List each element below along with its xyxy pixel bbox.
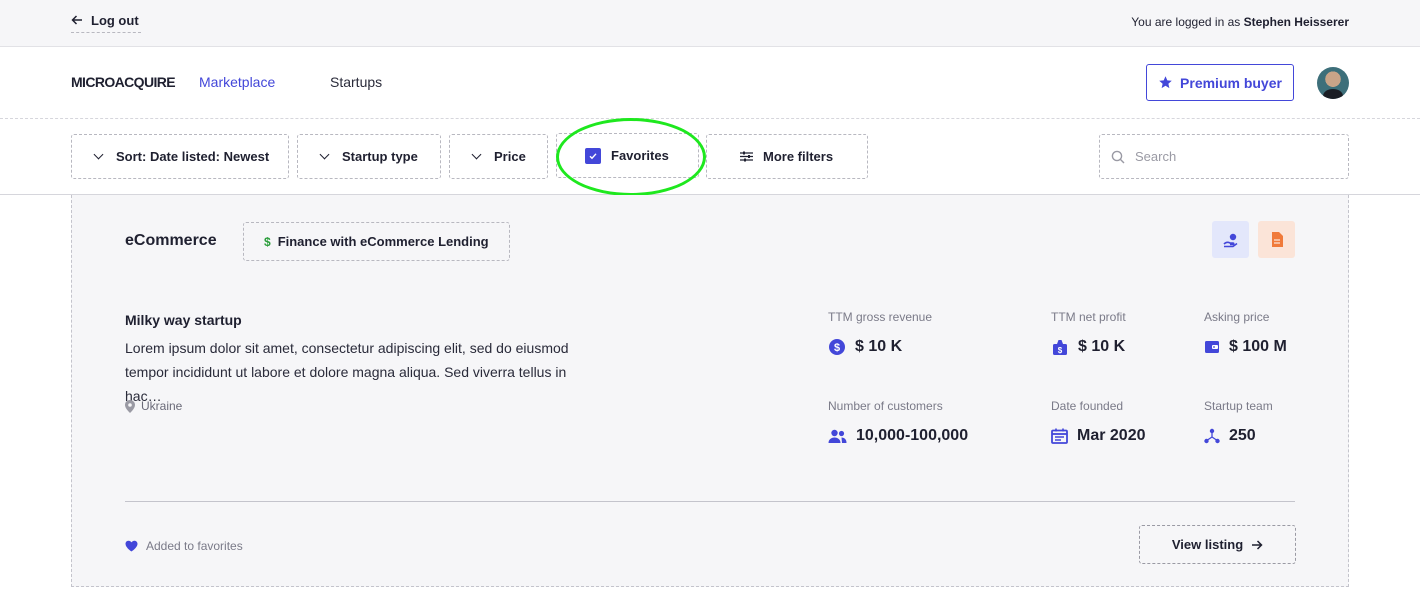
chevron-down-icon <box>471 149 482 160</box>
users-icon <box>828 429 847 443</box>
metric-label: Asking price <box>1204 310 1270 324</box>
metric-value: 10,000-100,000 <box>856 427 969 444</box>
top-bar: Log out You are logged in as Stephen Hei… <box>0 0 1420 47</box>
sort-label: Sort: Date listed: Newest <box>116 149 270 164</box>
sliders-icon <box>740 151 753 162</box>
startup-location: Ukraine <box>125 399 182 413</box>
listing-category: eCommerce <box>125 232 217 249</box>
search-box[interactable] <box>1099 134 1349 179</box>
metric-label: Number of customers <box>828 399 943 413</box>
document-icon <box>1271 232 1283 247</box>
search-input[interactable] <box>1135 149 1335 164</box>
startup-description: Lorem ipsum dolor sit amet, consectetur … <box>125 340 569 404</box>
more-filters-button[interactable]: More filters <box>706 134 868 179</box>
listing-tag[interactable]: $ Finance with eCommerce Lending <box>243 222 510 261</box>
logged-in-status: You are logged in as Stephen Heisserer <box>1131 15 1349 29</box>
arrow-right-icon <box>1252 539 1263 550</box>
contact-seller-button[interactable] <box>1212 221 1249 258</box>
logout-label: Log out <box>91 12 139 28</box>
document-button[interactable] <box>1258 221 1295 258</box>
favorite-status[interactable]: Added to favorites <box>125 539 243 553</box>
more-filters-label: More filters <box>763 149 834 164</box>
team-network-icon <box>1204 428 1220 444</box>
view-listing-button[interactable]: View listing <box>1139 525 1296 564</box>
listing-card: eCommerce $ Finance with eCommerce Lendi… <box>71 195 1349 587</box>
chevron-down-icon <box>319 149 330 160</box>
favorites-checkbox[interactable] <box>585 147 601 164</box>
main-nav: MICROACQUIRE Marketplace Startups Premiu… <box>0 47 1420 119</box>
hand-coin-icon <box>1222 233 1237 247</box>
nav-link-marketplace[interactable]: Marketplace <box>199 74 275 90</box>
listing-tag-label: Finance with eCommerce Lending <box>277 234 489 249</box>
metric-label: Startup team <box>1204 399 1273 413</box>
favorites-label: Favorites <box>611 148 669 163</box>
dollar-coin-icon: $ <box>829 339 845 355</box>
location-label: Ukraine <box>141 399 183 413</box>
metric-value: Mar 2020 <box>1077 427 1146 444</box>
logo[interactable]: MICROACQUIRE <box>71 74 176 90</box>
chevron-down-icon <box>93 149 104 160</box>
metric-label: TTM gross revenue <box>828 310 933 324</box>
metric-ttm-net-profit: TTM net profit $ $ 10 K <box>1051 310 1126 356</box>
metric-label: Date founded <box>1051 399 1124 413</box>
premium-buyer-button[interactable]: Premium buyer <box>1146 64 1294 101</box>
arrow-left-icon <box>71 15 82 25</box>
avatar[interactable] <box>1317 67 1349 99</box>
wallet-icon <box>1205 341 1219 353</box>
metric-asking-price: Asking price $ 100 M <box>1204 310 1287 356</box>
money-bag-icon: $ <box>1053 340 1067 355</box>
metric-startup-team: Startup team 250 <box>1204 399 1273 445</box>
nav-link-startups[interactable]: Startups <box>330 74 382 90</box>
svg-text:$: $ <box>1058 346 1063 355</box>
favorites-filter[interactable]: Favorites <box>556 133 699 178</box>
price-label: Price <box>494 149 526 164</box>
sort-dropdown[interactable]: Sort: Date listed: Newest <box>71 134 289 179</box>
metric-value: $ 10 K <box>855 338 903 355</box>
startup-name: Milky way startup <box>125 312 242 328</box>
metric-value: $ 100 M <box>1229 338 1287 355</box>
dollar-icon: $ <box>264 234 271 249</box>
user-name: Stephen Heisserer <box>1243 15 1349 29</box>
search-icon <box>1111 150 1125 163</box>
calendar-icon <box>1051 428 1068 444</box>
favorite-status-label: Added to favorites <box>146 539 243 553</box>
startup-type-dropdown[interactable]: Startup type <box>297 134 441 179</box>
metric-value: $ 10 K <box>1078 338 1126 355</box>
star-icon <box>1159 76 1172 89</box>
heart-icon <box>125 540 138 552</box>
premium-buyer-label: Premium buyer <box>1180 74 1282 91</box>
logged-in-prefix: You are logged in as <box>1131 15 1241 29</box>
metric-customers: Number of customers 10,000-100,000 <box>828 399 968 445</box>
logout-link[interactable]: Log out <box>71 8 141 33</box>
metric-ttm-gross-revenue: TTM gross revenue $ $ 10 K <box>828 310 932 356</box>
metric-label: TTM net profit <box>1051 310 1126 324</box>
price-dropdown[interactable]: Price <box>449 134 548 179</box>
metric-value: 250 <box>1229 427 1256 444</box>
startup-type-label: Startup type <box>342 149 418 164</box>
svg-text:$: $ <box>834 342 840 354</box>
view-listing-label: View listing <box>1171 537 1244 552</box>
check-icon <box>589 152 597 159</box>
metric-date-founded: Date founded Mar 2020 <box>1051 399 1146 445</box>
filter-bar: Sort: Date listed: Newest Startup type P… <box>0 119 1420 195</box>
card-divider <box>125 501 1295 502</box>
location-pin-icon <box>125 399 135 413</box>
